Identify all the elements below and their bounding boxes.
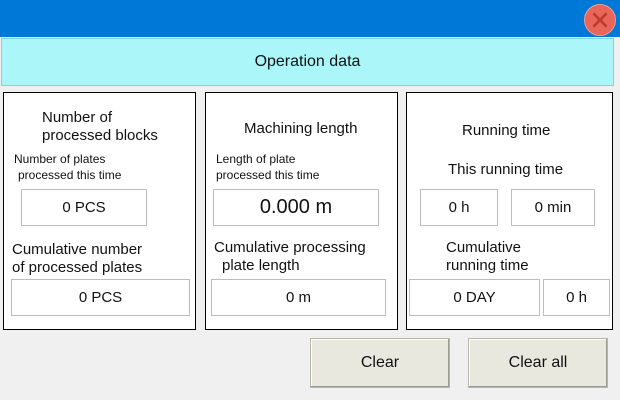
close-x-icon: [592, 12, 608, 28]
processed-blocks-panel: Number of processed blocks Number of pla…: [3, 92, 196, 330]
close-button[interactable]: [584, 4, 616, 36]
machining-length-title: Machining length: [244, 120, 358, 137]
cumulative-plates-label-line1: Cumulative number: [12, 241, 143, 258]
cumulative-hours-value: 0 h: [543, 279, 610, 316]
header-title: Operation data: [254, 53, 361, 70]
plates-this-time-label-line2: processed this time: [18, 168, 122, 182]
clear-all-button[interactable]: Clear all: [468, 338, 608, 388]
machining-length-panel: Machining length Length of plate process…: [205, 92, 398, 330]
length-this-time-value: 0.000 m: [213, 189, 379, 226]
clear-button[interactable]: Clear: [310, 338, 450, 388]
length-this-time-label-line2: processed this time: [216, 168, 320, 182]
cumulative-running-time-label-line2: running time: [446, 257, 529, 273]
running-hours-value: 0 h: [420, 189, 498, 226]
length-this-time-label-line1: Length of plate: [216, 152, 296, 166]
running-time-title: Running time: [462, 122, 551, 139]
cumulative-plates-value: 0 PCS: [11, 279, 190, 316]
cumulative-running-time-label-line1: Cumulative: [446, 239, 522, 256]
this-running-time-label: This running time: [448, 161, 564, 178]
blocks-title-line1: Number of: [42, 109, 113, 126]
running-time-panel: Running time This running time 0 h 0 min…: [406, 92, 613, 330]
plates-this-time-label-line1: Number of plates: [14, 152, 106, 166]
blocks-title-line2: processed blocks: [42, 127, 158, 144]
operation-data-header: Operation data: [1, 38, 614, 86]
window-title-bar: [0, 0, 620, 37]
cumulative-length-label-line1: Cumulative processing: [214, 239, 366, 256]
cumulative-days-value: 0 DAY: [409, 279, 540, 316]
cumulative-length-value: 0 m: [211, 279, 386, 316]
plates-this-time-value: 0 PCS: [21, 189, 147, 226]
cumulative-plates-label-line2: of processed plates: [12, 259, 143, 275]
running-minutes-value: 0 min: [511, 189, 595, 226]
cumulative-length-label-line2: plate length: [222, 257, 300, 273]
